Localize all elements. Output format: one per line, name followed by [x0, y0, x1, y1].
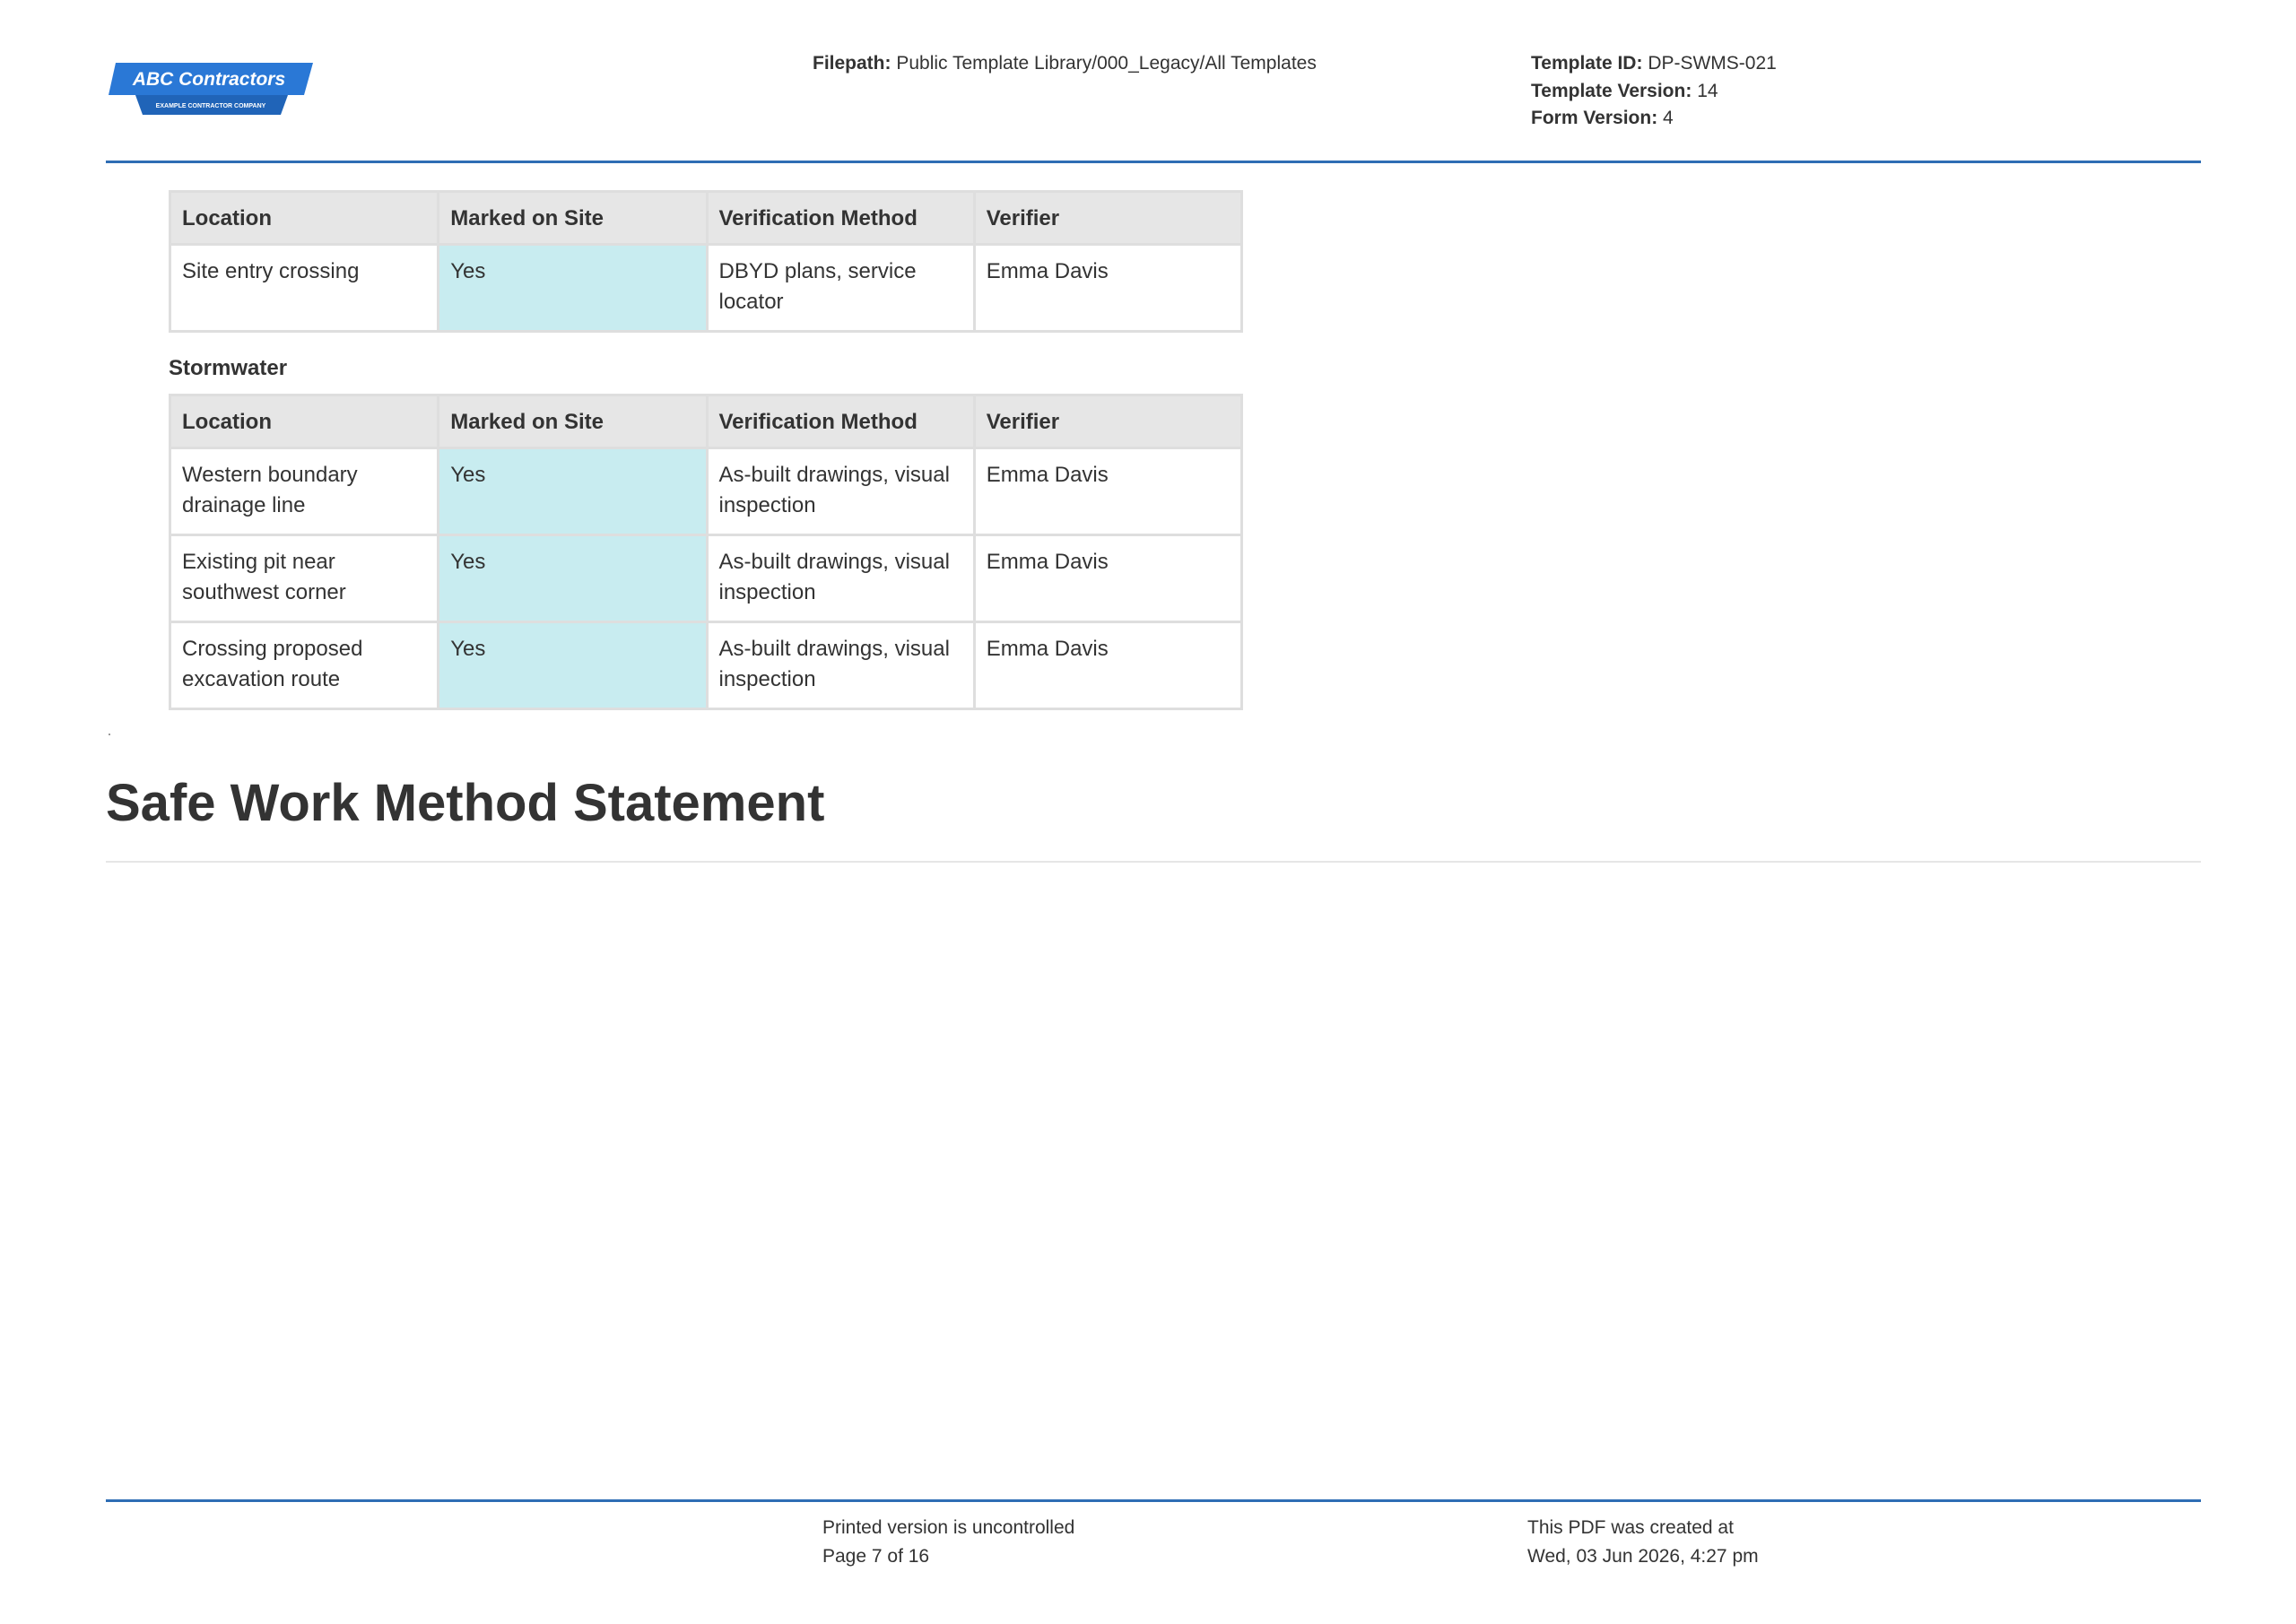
cell-method: DBYD plans, service locator — [705, 243, 976, 333]
table-row: Site entry crossing Yes DBYD plans, serv… — [168, 243, 1244, 333]
column-header-method: Verification Method — [705, 394, 976, 449]
cell-location: Site entry crossing — [168, 243, 440, 333]
cell-verifier: Emma Davis — [972, 621, 1244, 710]
template-id: Template ID: DP-SWMS-021 — [1531, 50, 1777, 78]
cell-marked: Yes — [437, 534, 709, 623]
form-version: Form Version: 4 — [1531, 105, 1777, 133]
services-table: Location Marked on Site Verification Met… — [168, 190, 1244, 333]
cell-location: Crossing proposed excavation route — [168, 621, 440, 710]
cell-method: As-built drawings, visual inspection — [705, 621, 976, 710]
cell-method: As-built drawings, visual inspection — [705, 447, 976, 536]
logo-tagline: EXAMPLE CONTRACTOR COMPANY — [156, 103, 266, 109]
stormwater-table: Location Marked on Site Verification Met… — [168, 394, 1244, 710]
footer-created-info: This PDF was created at Wed, 03 Jun 2026… — [1527, 1514, 1759, 1571]
template-version-value: 14 — [1697, 80, 1718, 101]
cell-verifier: Emma Davis — [972, 534, 1244, 623]
column-header-method: Verification Method — [705, 190, 976, 246]
template-meta: Template ID: DP-SWMS-021 Template Versio… — [1531, 50, 1777, 133]
logo-title: ABC Contractors — [132, 69, 285, 90]
column-header-location: Location — [168, 190, 440, 246]
table-row: Existing pit near southwest corner Yes A… — [168, 534, 1244, 623]
column-header-location: Location — [168, 394, 440, 449]
footer-divider — [106, 1499, 2201, 1502]
column-header-marked: Marked on Site — [437, 394, 709, 449]
table-header-row: Location Marked on Site Verification Met… — [168, 190, 1244, 246]
created-label: This PDF was created at — [1527, 1517, 1734, 1538]
column-header-marked: Marked on Site — [437, 190, 709, 246]
cell-marked: Yes — [437, 621, 709, 710]
template-id-label: Template ID: — [1531, 53, 1643, 74]
cell-marked: Yes — [437, 447, 709, 536]
table-row: Crossing proposed excavation route Yes A… — [168, 621, 1244, 710]
filepath: Filepath: Public Template Library/000_Le… — [813, 50, 1317, 77]
footer-print-info: Printed version is uncontrolled Page 7 o… — [822, 1514, 1074, 1571]
created-timestamp: Wed, 03 Jun 2026, 4:27 pm — [1527, 1546, 1759, 1567]
template-version: Template Version: 14 — [1531, 78, 1777, 106]
stormwater-label: Stormwater — [169, 356, 288, 380]
column-header-verifier: Verifier — [972, 190, 1244, 246]
cell-location: Existing pit near southwest corner — [168, 534, 440, 623]
form-version-value: 4 — [1663, 108, 1674, 128]
cell-verifier: Emma Davis — [972, 447, 1244, 536]
cell-location: Western boundary drainage line — [168, 447, 440, 536]
column-header-verifier: Verifier — [972, 394, 1244, 449]
section-heading: Safe Work Method Statement — [106, 774, 825, 832]
filepath-label: Filepath: — [813, 53, 891, 74]
form-version-label: Form Version: — [1531, 108, 1658, 128]
abc-contractors-logo: ABC Contractors EXAMPLE CONTRACTOR COMPA… — [109, 63, 313, 115]
page-break-marker — [109, 734, 110, 735]
uncontrolled-notice: Printed version is uncontrolled — [822, 1517, 1075, 1538]
section-divider — [106, 861, 2201, 863]
header-divider — [106, 161, 2201, 163]
cell-method: As-built drawings, visual inspection — [705, 534, 976, 623]
table-header-row: Location Marked on Site Verification Met… — [168, 394, 1244, 449]
cell-marked: Yes — [437, 243, 709, 333]
template-id-value: DP-SWMS-021 — [1648, 53, 1777, 74]
page-number: Page 7 of 16 — [822, 1546, 930, 1567]
cell-verifier: Emma Davis — [972, 243, 1244, 333]
template-version-label: Template Version: — [1531, 80, 1692, 101]
filepath-value: Public Template Library/000_Legacy/All T… — [896, 53, 1317, 74]
table-row: Western boundary drainage line Yes As-bu… — [168, 447, 1244, 536]
